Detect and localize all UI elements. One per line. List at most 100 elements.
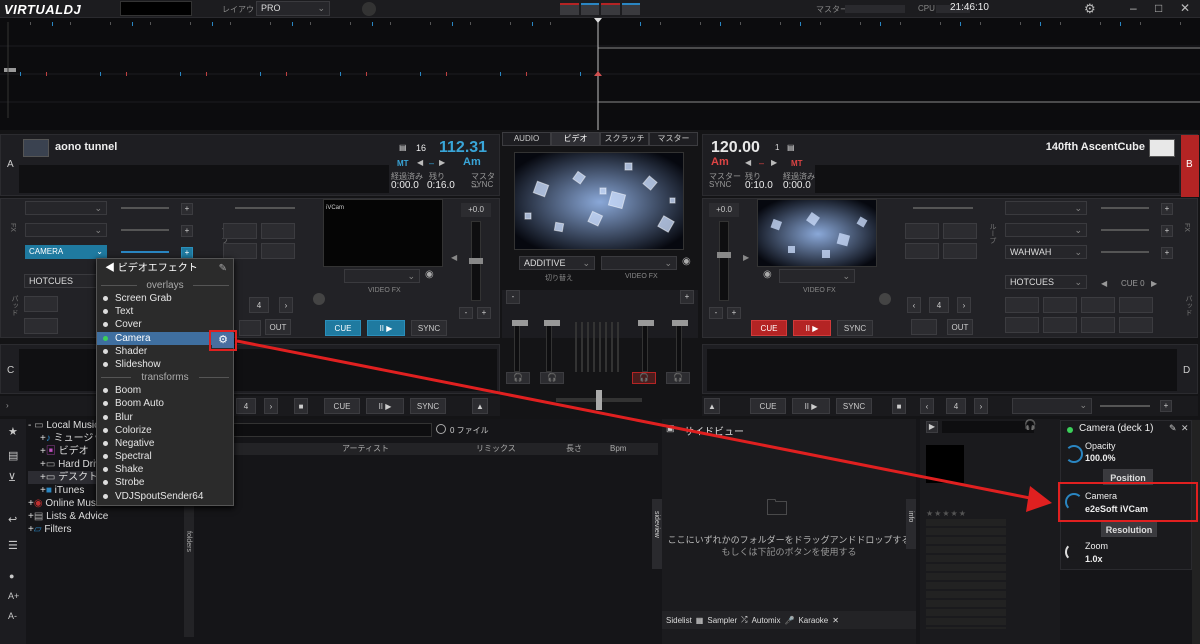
tab-scratch[interactable]: スクラッチ: [600, 132, 649, 146]
deck-a-key-minus-icon[interactable]: ◀: [417, 158, 423, 167]
channel-2-fader[interactable]: [546, 324, 552, 372]
deck-d-loop-size[interactable]: 4: [946, 398, 966, 414]
headphone-2-icon[interactable]: 🎧: [540, 372, 564, 384]
deck-c-cue-button[interactable]: CUE: [324, 398, 360, 414]
deck-b-next-cue-icon[interactable]: ▶: [1151, 279, 1157, 288]
deck-b-fx2-select[interactable]: ⌄: [1005, 223, 1087, 237]
deck-b-video-fx-select[interactable]: ⌄: [779, 269, 855, 283]
waveform-area[interactable]: [0, 18, 1200, 130]
tab-karaoke[interactable]: Karaoke: [798, 616, 828, 625]
settings-dot-icon[interactable]: ●: [9, 571, 14, 581]
deck-b-loop-size[interactable]: 4: [929, 297, 949, 313]
deck-a-fx1-select[interactable]: ⌄: [25, 201, 107, 215]
sideview-tab[interactable]: sideview: [652, 499, 662, 569]
deck-a-pad-2[interactable]: [261, 223, 295, 239]
deck-b-hotcue-3[interactable]: [1081, 297, 1115, 313]
info-rating-stars-icon[interactable]: ★★★★★: [926, 509, 967, 518]
filter-icon[interactable]: ⊻: [8, 471, 16, 484]
channel-4-thumb[interactable]: [672, 320, 688, 326]
menu-item-strobe[interactable]: Strobe: [97, 476, 233, 489]
menu-item-slideshow[interactable]: Slideshow: [97, 358, 233, 371]
maximize-icon[interactable]: □: [1155, 1, 1162, 15]
deck-b-fx1-add-button[interactable]: +: [1161, 203, 1173, 215]
deck-b-hotcues-select[interactable]: HOTCUES ⌄: [1005, 275, 1087, 289]
deck-d-fx-slider[interactable]: [1100, 405, 1150, 407]
deck-a-fx3-slider[interactable]: [121, 251, 169, 253]
deck-b-mt[interactable]: MT: [791, 159, 803, 168]
tab-sidelist[interactable]: Sidelist: [662, 616, 692, 625]
deck-b-fx3-select[interactable]: WAHWAH ⌄: [1005, 245, 1087, 259]
deck-d-stop-icon[interactable]: ■: [892, 398, 906, 414]
deck-b-play-button[interactable]: II ▶: [793, 320, 831, 336]
resolution-button[interactable]: Resolution: [1101, 521, 1157, 537]
deck-b-hotcue-8[interactable]: [1119, 317, 1153, 333]
channel-3-thumb[interactable]: [638, 320, 654, 326]
search-radio-icon[interactable]: [436, 424, 446, 434]
deck-c-sync-button[interactable]: SYNC: [410, 398, 446, 414]
deck-d-fx-select[interactable]: ⌄: [1012, 398, 1092, 414]
headphone-4-icon[interactable]: 🎧: [666, 372, 690, 384]
back-arrow-icon[interactable]: ◀: [105, 263, 118, 274]
menu-item-boom-auto[interactable]: Boom Auto: [97, 397, 233, 410]
gear-icon[interactable]: ⚙: [1084, 1, 1096, 17]
deck-c-loop-next-icon[interactable]: ›: [264, 398, 278, 414]
deck-a-pitch-plus-button[interactable]: +: [477, 307, 491, 319]
search-input[interactable]: [232, 423, 432, 437]
deck-b-record-icon[interactable]: [879, 293, 891, 305]
menu-item-blur[interactable]: Blur: [97, 411, 233, 424]
tab-master[interactable]: マスター: [649, 132, 698, 146]
close-icon[interactable]: ✕: [832, 616, 839, 625]
deck-b-fx2-add-button[interactable]: +: [1161, 225, 1173, 237]
deck-d-sync-button[interactable]: SYNC: [836, 398, 872, 414]
menu-item-shake[interactable]: Shake: [97, 463, 233, 476]
deck-a-key-plus-icon[interactable]: ▶: [439, 158, 445, 167]
tree-item-lists-advice[interactable]: +▤ Lists & Advice: [28, 510, 184, 523]
deck-c-play-button[interactable]: II ▶: [366, 398, 404, 414]
close-icon[interactable]: ✕: [1180, 1, 1190, 15]
menu-item-colorize[interactable]: Colorize: [97, 424, 233, 437]
headphone-1-icon[interactable]: 🎧: [506, 372, 530, 384]
deck-d-loop-prev-icon[interactable]: ‹: [920, 398, 934, 414]
channel-3-fader[interactable]: [642, 324, 648, 372]
deck-b-key-plus-icon[interactable]: ▶: [771, 158, 777, 167]
deck-a-pitch-thumb[interactable]: [469, 258, 483, 264]
deck-a-video-fx-select[interactable]: ⌄: [344, 269, 420, 283]
deck-b-out-button[interactable]: OUT: [947, 319, 973, 335]
deck-a-filter-slider[interactable]: [235, 207, 295, 209]
deck-a-fx2-add-button[interactable]: +: [181, 225, 193, 237]
back-icon[interactable]: ↩: [8, 513, 17, 526]
deck-a-fx3-select[interactable]: CAMERA ⌄: [25, 245, 107, 259]
center-video-fx-select[interactable]: ⌄: [601, 256, 677, 270]
menu-item-boom[interactable]: Boom: [97, 384, 233, 397]
deck-a-fx-power-icon[interactable]: ◉: [425, 269, 434, 280]
menu-item-negative[interactable]: Negative: [97, 437, 233, 450]
deck-d-cue-button[interactable]: CUE: [750, 398, 786, 414]
deck-b-fx3-add-button[interactable]: +: [1161, 247, 1173, 259]
deck-d-fx-add-button[interactable]: +: [1160, 400, 1172, 412]
deck-b-fx1-select[interactable]: ⌄: [1005, 201, 1087, 215]
deck-b-sync-value[interactable]: SYNC: [709, 180, 731, 189]
channel-2-thumb[interactable]: [544, 320, 560, 326]
deck-c-stop-icon[interactable]: ■: [294, 398, 308, 414]
tab-audio[interactable]: AUDIO: [502, 132, 551, 146]
deck-b-hotcue-5[interactable]: [1005, 317, 1039, 333]
pin-icon[interactable]: ✎: [1169, 423, 1177, 434]
tree-item-filters[interactable]: +▱ Filters: [28, 523, 184, 536]
info-play-icon[interactable]: ▶: [926, 421, 938, 433]
font-size-minus-icon[interactable]: A-: [8, 611, 17, 621]
deck-a-pad-4[interactable]: [261, 243, 295, 259]
col-remix[interactable]: リミックス: [476, 443, 516, 455]
list-icon[interactable]: ☰: [8, 539, 18, 552]
deck-b-fx2-slider[interactable]: [1101, 229, 1149, 231]
deck-b-in-button[interactable]: [911, 319, 937, 335]
deck-a-loop-next-icon[interactable]: ›: [279, 297, 293, 313]
deck-b-fx1-slider[interactable]: [1101, 207, 1149, 209]
deck-b-pitch-thumb[interactable]: [717, 252, 731, 258]
master-volume-slider[interactable]: [845, 5, 905, 13]
deck-b-loop-prev-icon[interactable]: ‹: [907, 297, 921, 313]
deck-b-fx-power-icon[interactable]: ◉: [763, 269, 772, 280]
deck-b-pitch-minus-button[interactable]: -: [709, 307, 723, 319]
deck-c-loop-size[interactable]: 4: [236, 398, 256, 414]
fx-panel-scrollbar[interactable]: [1192, 420, 1200, 644]
menu-item-vdjspoutsender64[interactable]: VDJSpoutSender64: [97, 490, 233, 503]
